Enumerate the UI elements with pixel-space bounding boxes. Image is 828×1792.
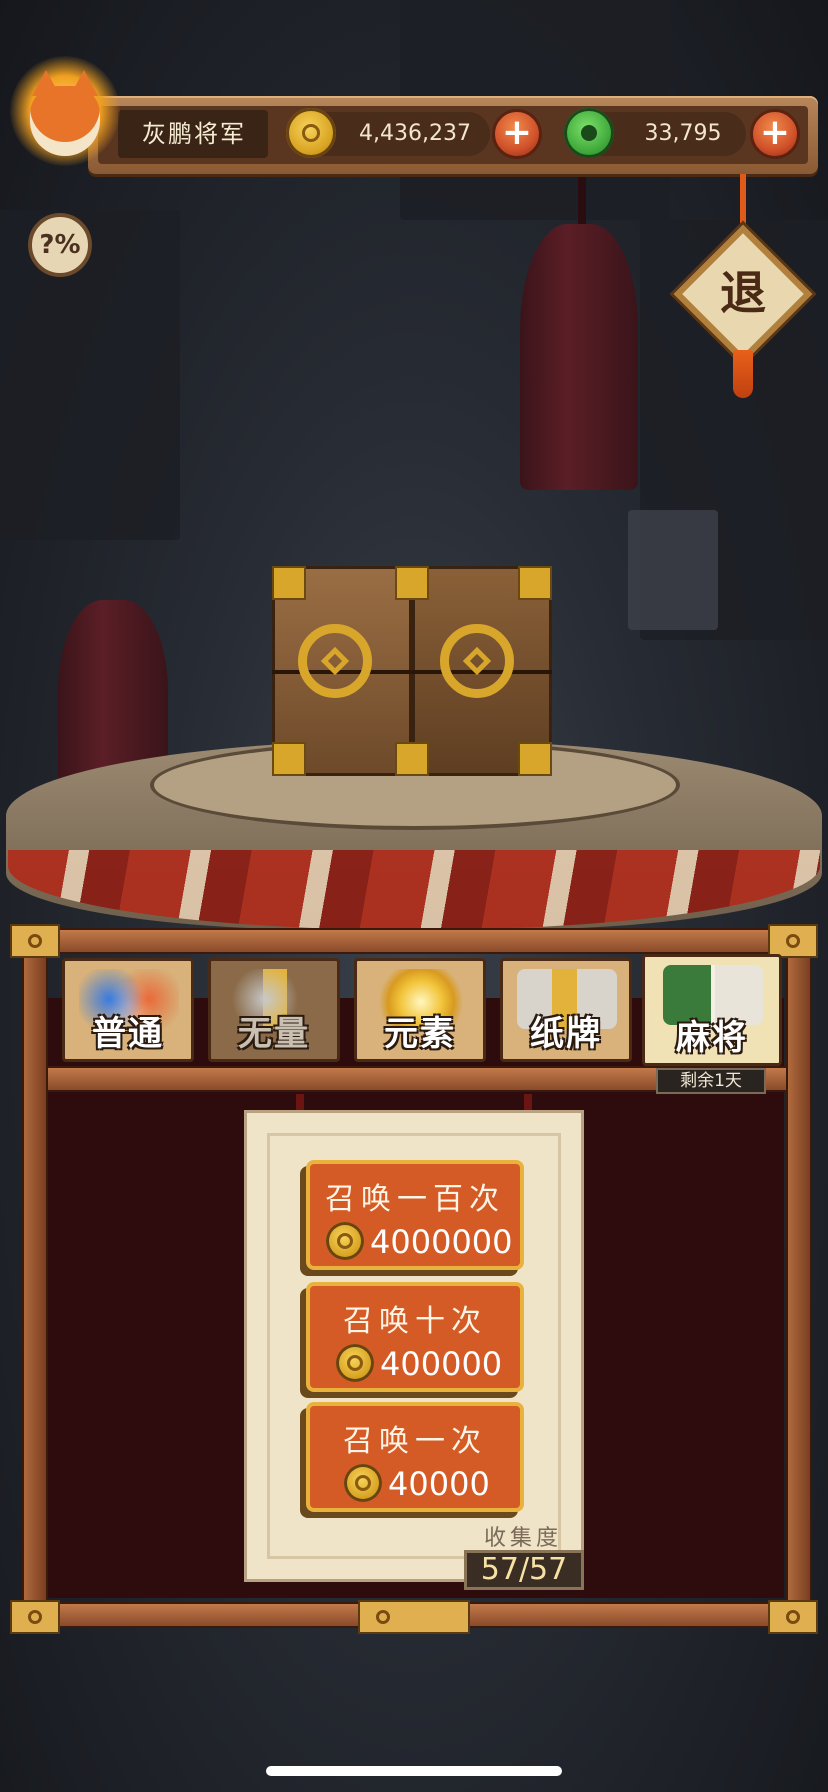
tab-element[interactable]: 元素: [354, 958, 486, 1062]
tab-label: 元素: [384, 1014, 456, 1054]
home-indicator[interactable]: [266, 1766, 562, 1776]
gold-amount: 4,436,237: [359, 121, 471, 146]
tab-infinite[interactable]: 无量: [208, 958, 340, 1062]
coin-emblem-icon: [440, 624, 514, 698]
event-timer-badge: 剩余1天: [656, 1068, 766, 1094]
summon-cost: 40000: [388, 1465, 490, 1503]
add-gold-button[interactable]: +: [492, 109, 542, 159]
summon-label: 召唤十次: [343, 1304, 487, 1339]
panel-center-cap: [358, 1600, 470, 1634]
summon-label: 召唤一百次: [325, 1182, 505, 1217]
collection-label: 收集度: [484, 1526, 563, 1551]
summon-10-button[interactable]: 召唤十次 400000: [306, 1282, 524, 1392]
player-name: 灰鹏将军: [142, 120, 246, 148]
gold-coin-icon: [344, 1464, 382, 1502]
panel-left-post: [22, 940, 48, 1620]
panel-corner-cap: [10, 924, 60, 958]
box-corner: [395, 566, 429, 600]
tab-label: 麻将: [676, 1018, 748, 1058]
gold-coin-icon: [286, 108, 336, 158]
panel-corner-cap: [10, 1600, 60, 1634]
background-drape: [520, 224, 638, 490]
exit-tassel-icon: [733, 350, 753, 398]
summon-1-button[interactable]: 召唤一次 40000: [306, 1402, 524, 1512]
box-corner: [518, 566, 552, 600]
fox-mask-icon: [30, 70, 100, 156]
summon-cost: 400000: [380, 1345, 503, 1383]
panel-corner-cap: [768, 924, 818, 958]
mystery-box[interactable]: [272, 566, 552, 776]
tab-label: 无量: [238, 1014, 310, 1054]
gold-coin-icon: [326, 1222, 364, 1260]
summon-label: 召唤一次: [343, 1424, 487, 1459]
jade-coin-icon: [564, 108, 614, 158]
box-corner: [395, 742, 429, 776]
game-screen: 灰鹏将军 4,436,237 + 33,795 + ?% 退 普通 无量 元素 …: [0, 0, 828, 1792]
panel-right-post: [786, 940, 812, 1620]
tab-cards[interactable]: 纸牌: [500, 958, 632, 1062]
collection-value: 57/57: [464, 1550, 584, 1590]
avatar[interactable]: [10, 56, 120, 184]
background-lantern: [628, 510, 718, 630]
add-jade-button[interactable]: +: [750, 109, 800, 159]
panel-corner-cap: [768, 1600, 818, 1634]
box-corner: [518, 742, 552, 776]
gold-coin-icon: [336, 1344, 374, 1382]
summon-100-button[interactable]: 召唤一百次 4000000: [306, 1160, 524, 1270]
coin-emblem-icon: [298, 624, 372, 698]
jade-amount: 33,795: [644, 121, 722, 146]
tab-mahjong[interactable]: 麻将: [642, 954, 782, 1066]
box-corner: [272, 566, 306, 600]
tab-normal[interactable]: 普通: [62, 958, 194, 1062]
tab-label: 普通: [92, 1014, 164, 1054]
altar-base: [8, 850, 820, 930]
box-corner: [272, 742, 306, 776]
probability-button[interactable]: ?%: [28, 213, 92, 277]
background-pillar: [0, 210, 180, 540]
summon-cost: 4000000: [370, 1223, 513, 1261]
panel-top-beam: [14, 928, 814, 954]
tab-label: 纸牌: [530, 1014, 602, 1054]
exit-label[interactable]: 退: [694, 262, 792, 324]
